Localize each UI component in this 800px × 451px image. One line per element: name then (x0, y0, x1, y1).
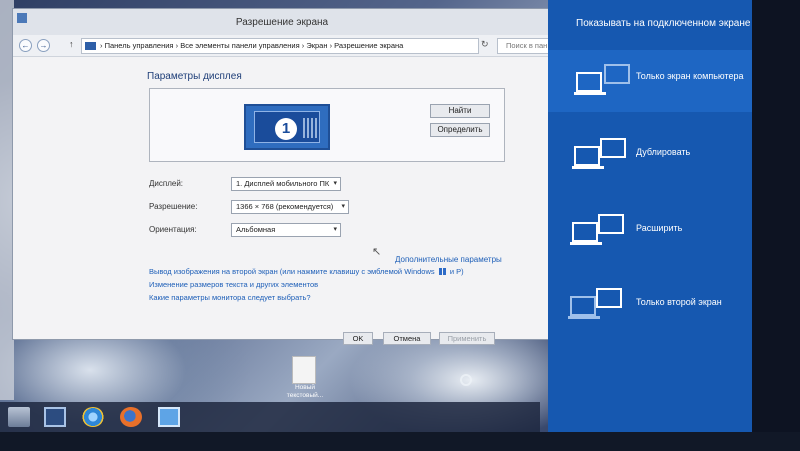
back-arrow-icon[interactable]: ← (19, 39, 32, 52)
project-link-suffix: и P) (449, 267, 464, 276)
option-label: Расширить (636, 223, 683, 233)
advanced-settings-link[interactable]: Дополнительные параметры (395, 255, 502, 264)
second-screen-icon (600, 138, 626, 158)
breadcrumb-item[interactable]: Панель управления (105, 41, 174, 50)
second-screen-icon (596, 288, 622, 308)
resolution-select-value: 1366 × 768 (рекомендуется) (236, 202, 334, 211)
monitor-grid-icon (303, 118, 317, 138)
mouse-cursor-icon: ↖ (372, 246, 382, 258)
resolution-select[interactable]: 1366 × 768 (рекомендуется) ▾ (231, 200, 349, 214)
which-settings-link[interactable]: Какие параметры монитора следует выбрать… (149, 293, 311, 302)
server-manager-icon[interactable] (8, 407, 30, 427)
up-arrow-icon[interactable]: ↑ (69, 39, 74, 49)
detect-button[interactable]: Определить (430, 123, 490, 137)
water-drop-decoration (460, 374, 472, 386)
laptop-base-icon (572, 166, 604, 169)
control-panel-icon (85, 42, 96, 50)
laptop-base-icon (570, 242, 602, 245)
second-screen-icon (598, 214, 624, 234)
laptop-screen-icon (574, 146, 600, 166)
display-preview: 1 Найти Определить (149, 88, 505, 162)
chevron-down-icon: ▾ (333, 226, 337, 233)
monitor-bezel-bottom (0, 432, 800, 451)
internet-explorer-icon[interactable] (82, 407, 104, 427)
display-select[interactable]: 1. Дисплей мобильного ПК ▾ (231, 177, 341, 191)
monitor-bezel-right (752, 0, 800, 451)
orientation-select[interactable]: Альбомная ▾ (231, 223, 341, 237)
option-duplicate[interactable]: Дублировать (548, 124, 752, 186)
search-input[interactable]: Поиск в пан (497, 38, 553, 54)
option-label: Только второй экран (636, 297, 722, 307)
identify-button[interactable]: Найти (430, 104, 490, 118)
screen-resolution-window: Разрешение экрана ← → ↑ › Панель управле… (12, 8, 553, 345)
resolution-label: Разрешение: (149, 202, 198, 211)
project-panel-title: Показывать на подключенном экране (576, 18, 751, 29)
file-label[interactable]: Новый текстовый... (280, 384, 330, 400)
option-label: Только экран компьютера (636, 71, 744, 81)
taskbar (0, 402, 540, 432)
laptop-screen-icon (572, 222, 598, 242)
monitor-number: 1 (275, 118, 297, 140)
forward-arrow-icon[interactable]: → (37, 39, 50, 52)
option-label: Дублировать (636, 147, 691, 157)
orientation-select-value: Альбомная (236, 225, 276, 234)
text-file-icon[interactable] (292, 356, 316, 384)
dialog-content: Параметры дисплея 1 Найти Определить Дис… (13, 58, 551, 345)
title-bar: Разрешение экрана (13, 9, 551, 35)
apply-button[interactable]: Применить (439, 332, 495, 345)
address-bar[interactable]: › Панель управления › Все элементы панел… (81, 38, 479, 54)
laptop-base-icon (574, 92, 606, 95)
page-title: Параметры дисплея (147, 71, 242, 82)
option-pc-screen-only[interactable]: Только экран компьютера (548, 50, 752, 112)
project-panel: Показывать на подключенном экране Только… (548, 0, 752, 442)
refresh-icon[interactable]: ↻ (481, 39, 489, 50)
windows-logo-icon (438, 268, 446, 275)
display-settings-icon[interactable] (44, 407, 66, 427)
text-size-link[interactable]: Изменение размеров текста и других элеме… (149, 280, 318, 289)
remote-desktop-icon[interactable] (158, 407, 180, 427)
navigation-bar: ← → ↑ › Панель управления › Все элементы… (13, 35, 553, 57)
cancel-button[interactable]: Отмена (383, 332, 431, 345)
orientation-label: Ориентация: (149, 225, 197, 234)
second-screen-dim-icon (604, 64, 630, 84)
ok-button[interactable]: OK (343, 332, 373, 345)
breadcrumb-item[interactable]: Разрешение экрана (334, 41, 403, 50)
laptop-base-icon (568, 316, 600, 319)
project-second-screen-link[interactable]: Вывод изображения на второй экран (или н… (149, 267, 464, 276)
breadcrumb-item[interactable]: Экран (306, 41, 327, 50)
firefox-icon[interactable] (120, 407, 142, 427)
option-second-screen-only[interactable]: Только второй экран (548, 274, 752, 336)
breadcrumb-item[interactable]: Все элементы панели управления (180, 41, 299, 50)
laptop-screen-icon (576, 72, 602, 92)
display-select-value: 1. Дисплей мобильного ПК (236, 179, 330, 188)
monitor-icon[interactable]: 1 (244, 104, 330, 150)
display-label: Дисплей: (149, 179, 184, 188)
monitor-screen: 1 (254, 111, 320, 143)
chevron-down-icon: ▾ (333, 180, 337, 187)
laptop-screen-dim-icon (570, 296, 596, 316)
window-title: Разрешение экрана (235, 17, 329, 28)
project-link-text: Вывод изображения на второй экран (или н… (149, 267, 435, 276)
chevron-down-icon: ▾ (341, 203, 345, 210)
option-extend[interactable]: Расширить (548, 200, 752, 262)
